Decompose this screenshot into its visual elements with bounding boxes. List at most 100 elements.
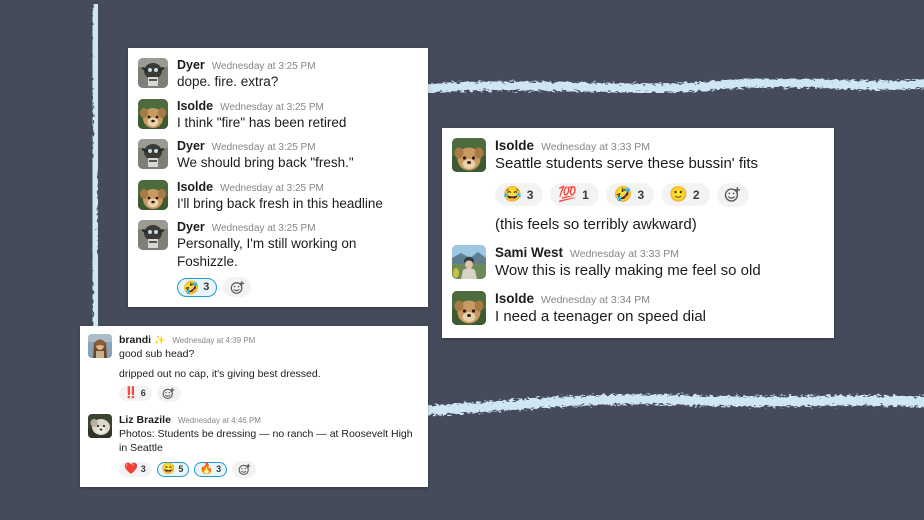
message-meta: Dyer Wednesday at 3:25 PM <box>177 220 416 234</box>
message-row: Liz Brazile Wednesday at 4:46 PM Photos:… <box>88 414 418 478</box>
message-text: good sub head? <box>119 348 195 360</box>
reaction-hundred[interactable]: 💯 1 <box>550 183 599 207</box>
reaction-bar: ‼️ 6 <box>119 385 418 403</box>
message-author: Isolde <box>495 290 535 306</box>
reaction-slight-smile[interactable]: 🙂 2 <box>661 183 710 207</box>
message-meta: Isolde Wednesday at 3:25 PM <box>177 180 416 194</box>
reaction-double-exclamation[interactable]: ‼️ 6 <box>119 386 152 402</box>
message-card-3: brandi ✨ Wednesday at 4:39 PM good sub h… <box>80 326 428 487</box>
message-text: Seattle students serve these bussin' fit… <box>495 155 759 172</box>
message-timestamp: Wednesday at 3:33 PM <box>570 247 679 260</box>
message-author: Dyer <box>177 220 205 235</box>
canvas: Dyer Wednesday at 3:25 PM dope. fire. ex… <box>0 0 924 520</box>
add-reaction-button[interactable] <box>232 460 257 478</box>
reaction-rofl[interactable]: 🤣 3 <box>177 277 218 297</box>
message-row: Isolde Wednesday at 3:33 PM Seattle stud… <box>452 138 820 233</box>
message-row: Sami West Wednesday at 3:33 PM Wow this … <box>452 244 820 281</box>
smile-icon: 😄 <box>161 462 176 475</box>
add-reaction-button[interactable] <box>223 277 252 298</box>
reaction-fire[interactable]: 🔥 3 <box>194 461 228 477</box>
message-row: Dyer Wednesday at 3:25 PM Personally, I'… <box>138 220 416 298</box>
message-card-2: Isolde Wednesday at 3:33 PM Seattle stud… <box>442 128 834 339</box>
reaction-count: 3 <box>216 463 222 474</box>
message-author: brandi <box>119 334 152 346</box>
message-text: Personally, I'm still working on Foshizz… <box>177 236 357 269</box>
brush-stroke-top-right <box>420 72 924 108</box>
message-timestamp: Wednesday at 3:25 PM <box>211 61 316 72</box>
message-meta: Sami West Wednesday at 3:33 PM <box>495 245 820 260</box>
avatar-isolde <box>138 179 168 210</box>
reaction-rofl[interactable]: 🤣 3 <box>605 183 655 207</box>
message-text: I'll bring back fresh in this headline <box>177 195 383 211</box>
heart-icon: ❤️ <box>124 462 138 475</box>
reaction-count: 3 <box>526 187 534 202</box>
fire-icon: 🔥 <box>199 462 214 475</box>
message-row: Dyer Wednesday at 3:25 PM We should brin… <box>138 139 416 172</box>
reaction-heart[interactable]: ❤️ 3 <box>119 461 152 477</box>
add-reaction-button[interactable] <box>716 182 749 207</box>
message-author: Isolde <box>177 179 214 194</box>
message-author: Isolde <box>495 138 535 153</box>
message-timestamp: Wednesday at 4:46 PM <box>177 416 261 426</box>
avatar-dyer <box>138 58 168 88</box>
message-meta: brandi ✨ Wednesday at 4:39 PM <box>119 334 418 346</box>
brush-stroke-bottom-right <box>410 386 924 424</box>
sparkle-icon: ✨ <box>154 335 166 345</box>
message-text: We should bring back "fresh." <box>177 155 354 171</box>
message-meta: Isolde Wednesday at 3:33 PM <box>495 138 820 153</box>
reaction-bar: 🤣 3 <box>177 277 416 298</box>
reaction-count: 6 <box>140 388 146 399</box>
hundred-icon: 💯 <box>558 186 578 204</box>
message-row: brandi ✨ Wednesday at 4:39 PM good sub h… <box>88 334 418 403</box>
brush-stroke-vertical <box>86 4 112 336</box>
message-row: Isolde Wednesday at 3:34 PM I need a tee… <box>452 290 820 327</box>
message-row: Isolde Wednesday at 3:25 PM I think "fir… <box>138 98 416 132</box>
message-author: Sami West <box>495 244 564 260</box>
avatar-sami-west <box>452 244 486 279</box>
reaction-count: 3 <box>140 463 146 474</box>
message-meta: Dyer Wednesday at 3:25 PM <box>177 58 416 72</box>
message-author: Dyer <box>177 139 205 154</box>
message-meta: Isolde Wednesday at 3:34 PM <box>495 291 820 306</box>
message-meta: Dyer Wednesday at 3:25 PM <box>177 139 416 153</box>
reaction-bar: 😂 3 💯 1 🤣 3 🙂 2 <box>495 182 820 207</box>
message-timestamp: Wednesday at 3:25 PM <box>211 142 316 154</box>
message-text: I think "fire" has been retired <box>177 114 347 130</box>
message-followup-text: (this feels so terribly awkward) <box>495 215 697 233</box>
message-timestamp: Wednesday at 3:33 PM <box>541 141 650 153</box>
reaction-joy[interactable]: 😂 3 <box>495 183 544 207</box>
message-row: Isolde Wednesday at 3:25 PM I'll bring b… <box>138 179 416 213</box>
reaction-count: 2 <box>692 187 700 202</box>
message-timestamp: Wednesday at 3:34 PM <box>541 293 650 306</box>
message-text: dope. fire. extra? <box>177 74 279 89</box>
message-meta: Isolde Wednesday at 3:25 PM <box>177 99 416 113</box>
slight-smile-icon: 🙂 <box>669 186 688 204</box>
message-row: Dyer Wednesday at 3:25 PM dope. fire. ex… <box>138 58 416 91</box>
message-author: Isolde <box>177 98 214 113</box>
joy-icon: 😂 <box>503 186 522 204</box>
double-exclamation-icon: ‼️ <box>124 387 138 400</box>
message-text: Wow this is really making me feel so old <box>495 261 761 279</box>
avatar-dyer <box>138 139 168 170</box>
avatar-liz-brazile <box>88 414 112 439</box>
avatar-brandi <box>88 334 112 358</box>
message-timestamp: Wednesday at 4:39 PM <box>172 336 256 345</box>
avatar-isolde <box>452 138 486 172</box>
reaction-count: 3 <box>637 187 645 202</box>
add-reaction-button[interactable] <box>156 385 181 403</box>
reaction-bar: ❤️ 3 😄 5 🔥 3 <box>119 460 418 478</box>
reaction-count: 3 <box>203 280 210 293</box>
avatar-dyer <box>138 220 168 251</box>
reaction-count: 5 <box>178 463 184 474</box>
message-timestamp: Wednesday at 3:25 PM <box>220 101 324 113</box>
avatar-isolde <box>452 290 486 325</box>
avatar-isolde <box>138 98 168 129</box>
message-author: Liz Brazile <box>119 414 171 427</box>
message-timestamp: Wednesday at 3:25 PM <box>220 182 324 194</box>
reaction-count: 1 <box>582 187 589 202</box>
message-text: Photos: Students be dressing — no ranch … <box>119 428 413 455</box>
message-card-1: Dyer Wednesday at 3:25 PM dope. fire. ex… <box>128 48 428 308</box>
reaction-smile[interactable]: 😄 5 <box>156 461 190 477</box>
message-meta: Liz Brazile Wednesday at 4:46 PM <box>119 414 418 426</box>
message-author: Dyer <box>177 58 205 72</box>
